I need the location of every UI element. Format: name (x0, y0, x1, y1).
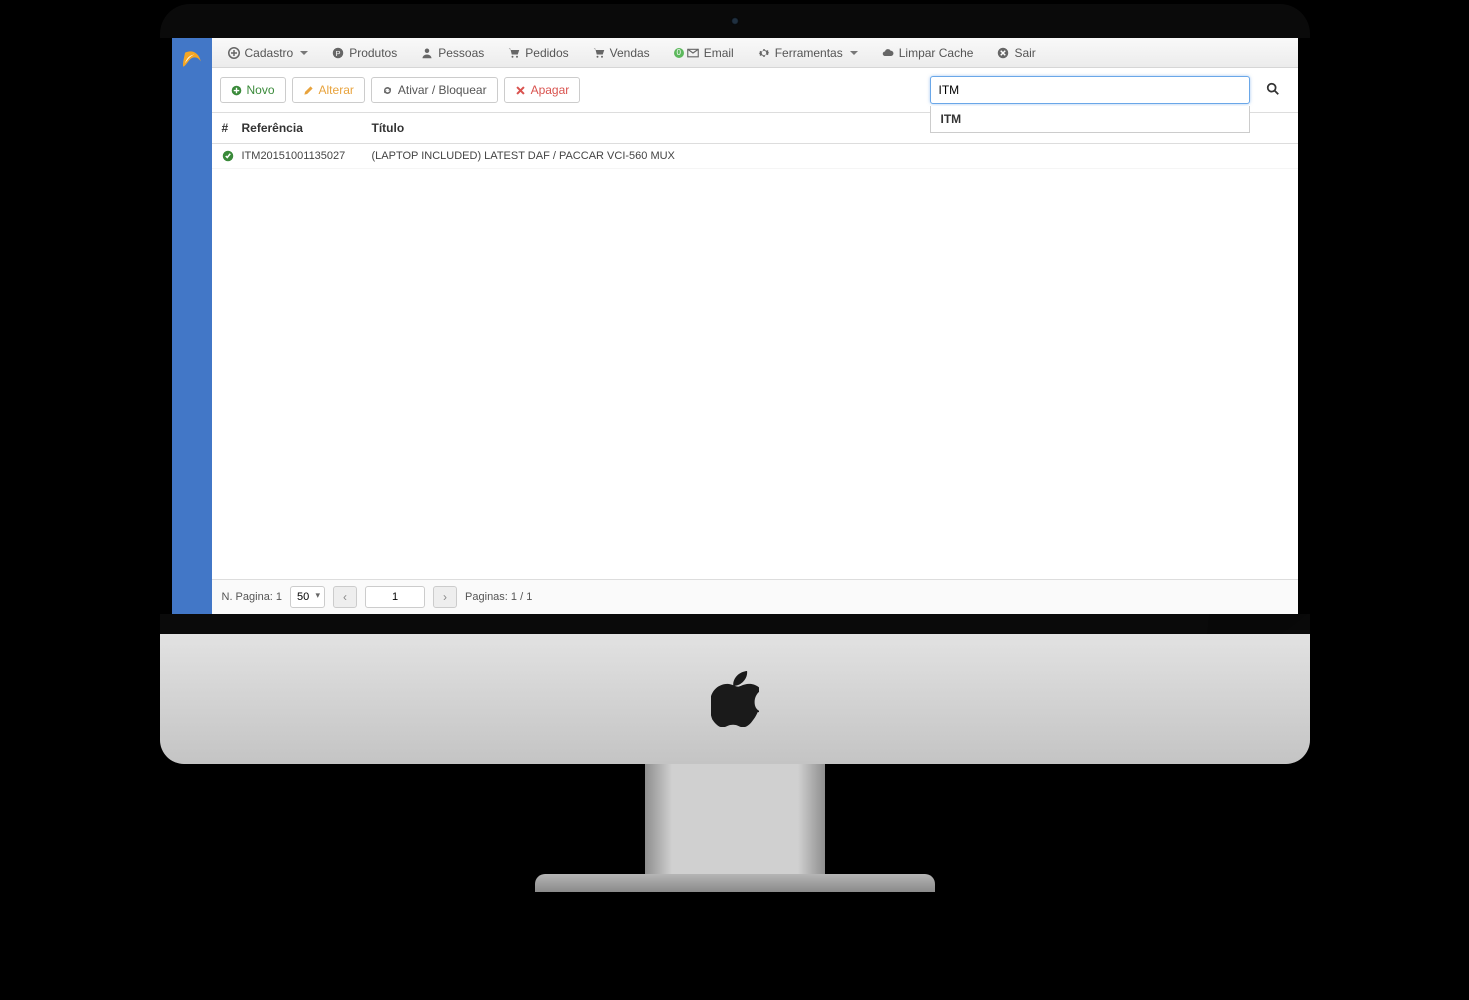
search-input[interactable] (930, 76, 1250, 104)
check-circle-icon (222, 150, 234, 162)
plus-circle-icon (228, 47, 240, 59)
imac-foot (535, 874, 935, 892)
x-circle-icon (997, 47, 1009, 59)
plus-circle-icon (231, 85, 242, 96)
nav-label: Pedidos (525, 46, 568, 60)
apagar-button[interactable]: Apagar (504, 77, 581, 103)
cloud-icon (882, 47, 894, 59)
ativar-bloquear-button[interactable]: Ativar / Bloquear (371, 77, 498, 103)
envelope-icon (687, 47, 699, 59)
button-label: Apagar (531, 83, 570, 97)
button-label: Novo (247, 83, 275, 97)
nav-limpar-cache[interactable]: Limpar Cache (872, 42, 984, 64)
button-label: Ativar / Bloquear (398, 83, 487, 97)
imac-chin (160, 634, 1310, 764)
novo-button[interactable]: Novo (220, 77, 286, 103)
apple-logo-icon (711, 671, 759, 727)
button-label: Alterar (319, 83, 354, 97)
nav-email[interactable]: 0 Email (664, 42, 744, 64)
main-area: Cadastro P Produtos Pessoas Pedidos (212, 38, 1298, 614)
user-icon (421, 47, 433, 59)
search-button[interactable] (1256, 82, 1290, 99)
next-page-button[interactable]: › (433, 586, 457, 608)
prev-page-button[interactable]: ‹ (333, 586, 357, 608)
nav-vendas[interactable]: Vendas (583, 42, 660, 64)
autocomplete-item[interactable]: ITM (931, 106, 1249, 132)
app-logo-icon[interactable] (178, 44, 206, 72)
search-icon (1266, 82, 1280, 96)
nav-label: Pessoas (438, 46, 484, 60)
email-badge: 0 (674, 48, 684, 58)
gear-icon (758, 47, 770, 59)
caret-down-icon (850, 51, 858, 55)
cell-referencia: ITM20151001135027 (242, 150, 372, 162)
col-hash-header: # (222, 121, 242, 135)
app-screen: Cadastro P Produtos Pessoas Pedidos (172, 38, 1298, 614)
nav-label: Produtos (349, 46, 397, 60)
svg-text:P: P (336, 49, 341, 58)
top-nav: Cadastro P Produtos Pessoas Pedidos (212, 38, 1298, 68)
nav-pessoas[interactable]: Pessoas (411, 42, 494, 64)
nav-sair[interactable]: Sair (987, 42, 1045, 64)
caret-down-icon (300, 51, 308, 55)
nav-cadastro[interactable]: Cadastro (218, 42, 319, 64)
imac-mockup: Cadastro P Produtos Pessoas Pedidos (160, 4, 1310, 892)
table-row[interactable]: ITM20151001135027 (LAPTOP INCLUDED) LATE… (212, 144, 1298, 169)
nav-label: Sair (1014, 46, 1035, 60)
camera-dot (731, 17, 739, 25)
autocomplete-dropdown: ITM (930, 106, 1250, 133)
col-referencia-header: Referência (242, 121, 372, 135)
cell-titulo: (LAPTOP INCLUDED) LATEST DAF / PACCAR VC… (372, 150, 1288, 162)
pencil-icon (303, 85, 314, 96)
x-icon (515, 85, 526, 96)
nav-label: Cadastro (245, 46, 294, 60)
pagination-footer: N. Pagina: 1 50 ‹ › Paginas: 1 / 1 (212, 579, 1298, 614)
nav-label: Ferramentas (775, 46, 843, 60)
nav-ferramentas[interactable]: Ferramentas (748, 42, 868, 64)
alterar-button[interactable]: Alterar (292, 77, 365, 103)
action-toolbar: Novo Alterar Ativar / Bloquear Apagar (212, 68, 1298, 113)
sidebar (172, 38, 212, 614)
nav-label: Limpar Cache (899, 46, 974, 60)
nav-produtos[interactable]: P Produtos (322, 42, 407, 64)
nav-label: Email (704, 46, 734, 60)
screen-frame: Cadastro P Produtos Pessoas Pedidos (160, 38, 1310, 614)
imac-top-bezel (160, 4, 1310, 38)
cart-icon (593, 47, 605, 59)
page-number-input[interactable] (365, 586, 425, 608)
p-circle-icon: P (332, 47, 344, 59)
cart-icon (508, 47, 520, 59)
table-body: ITM20151001135027 (LAPTOP INCLUDED) LATE… (212, 144, 1298, 579)
imac-bottom-bezel (160, 614, 1310, 634)
nav-label: Vendas (610, 46, 650, 60)
imac-stand (645, 764, 825, 874)
search-wrap: ITM (930, 76, 1250, 104)
n-pagina-label: N. Pagina: 1 (222, 591, 283, 603)
refresh-icon (382, 85, 393, 96)
per-page-select[interactable]: 50 (290, 586, 325, 608)
paginas-label: Paginas: 1 / 1 (465, 591, 532, 603)
nav-pedidos[interactable]: Pedidos (498, 42, 578, 64)
